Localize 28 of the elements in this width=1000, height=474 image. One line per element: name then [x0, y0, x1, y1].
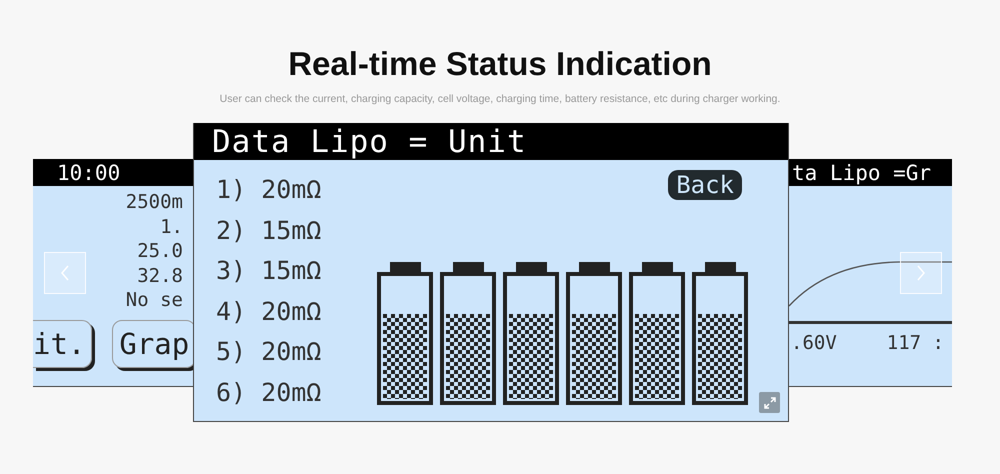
cell-resistance: 5) 20mΩ	[216, 336, 322, 368]
battery-icon	[503, 262, 559, 405]
battery-icon	[440, 262, 496, 405]
lcd-reading: 32.8	[137, 264, 183, 288]
lcd-title: Data Lipo = Unit	[212, 124, 527, 160]
lcd-reading: 2500m	[126, 190, 183, 214]
expand-icon[interactable]	[759, 392, 780, 413]
cell-resistance: 1) 20mΩ	[216, 174, 322, 206]
cell-resistance: 6) 20mΩ	[216, 376, 322, 408]
lcd-time: 10:00	[57, 160, 120, 184]
section-subtitle: User can check the current, charging capacity, cell voltage, charging time, battery resistance, etc during charger working.	[220, 92, 780, 106]
battery-icon	[566, 262, 622, 405]
battery-icon	[629, 262, 685, 405]
lcd-reading: .60V	[791, 332, 837, 354]
lcd-reading: 1.	[160, 214, 183, 239]
next-slide-button[interactable]	[900, 252, 942, 294]
lcd-reading: No se	[126, 288, 183, 312]
cell-resistance: 3) 15mΩ	[216, 255, 322, 287]
section-heading: Real-time Status Indication	[288, 44, 712, 84]
lcd-reading: 117 :	[886, 332, 944, 354]
chevron-left-icon	[60, 265, 70, 281]
battery-icon	[377, 262, 433, 405]
cell-resistance: 2) 15mΩ	[216, 214, 322, 246]
cell-resistance: 4) 20mΩ	[216, 296, 322, 328]
lcd-title: ta Lipo =Gr	[792, 160, 932, 184]
chevron-right-icon	[916, 265, 926, 281]
lcd-reading: 25.0	[137, 239, 183, 264]
battery-icon	[692, 262, 748, 405]
